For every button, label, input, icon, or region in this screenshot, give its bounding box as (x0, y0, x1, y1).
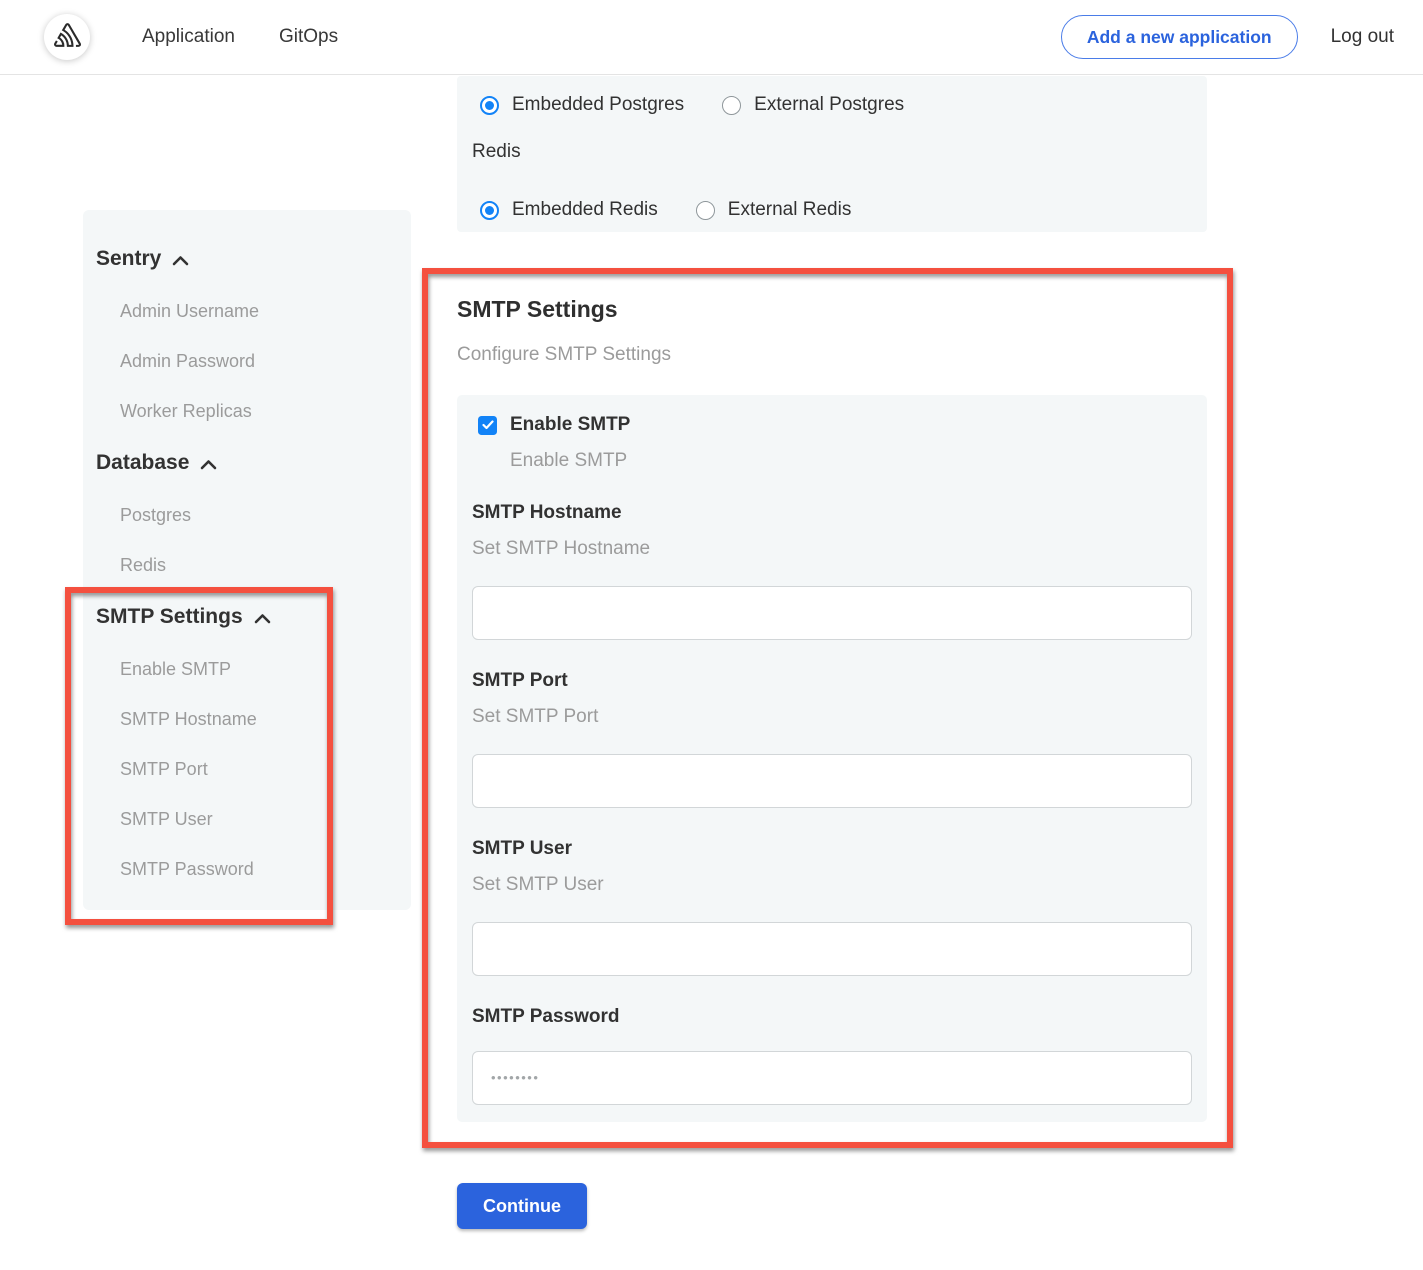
smtp-hostname-input[interactable] (472, 586, 1192, 640)
config-sidebar: Sentry Admin Username Admin Password Wor… (83, 210, 411, 910)
smtp-port-input[interactable] (472, 754, 1192, 808)
sidebar-group-label: Database (96, 451, 189, 475)
radio-label: External Postgres (754, 94, 904, 116)
smtp-password-label: SMTP Password (472, 1006, 1192, 1028)
sidebar-group-label: SMTP Settings (96, 605, 243, 629)
redis-radio-group: Embedded Redis External Redis (480, 198, 1207, 222)
smtp-user-label: SMTP User (472, 838, 1192, 860)
sidebar-item-smtp-port[interactable]: SMTP Port (83, 744, 411, 794)
smtp-port-help-text: Set SMTP Port (472, 706, 1192, 728)
enable-smtp-help-text: Enable SMTP (510, 450, 1192, 472)
sidebar-group-sentry[interactable]: Sentry (83, 232, 411, 286)
radio-button-icon[interactable] (696, 201, 715, 220)
checkbox-checked-icon[interactable] (478, 416, 497, 435)
sidebar-item-redis[interactable]: Redis (83, 540, 411, 590)
add-new-application-button[interactable]: Add a new application (1061, 15, 1298, 59)
sidebar-group-database[interactable]: Database (83, 436, 411, 490)
database-config-panel: Embedded Postgres External Postgres Redi… (457, 76, 1207, 232)
radio-external-postgres[interactable]: External Postgres (722, 94, 904, 116)
enable-smtp-label: Enable SMTP (510, 414, 630, 436)
radio-embedded-redis[interactable]: Embedded Redis (480, 199, 658, 221)
chevron-up-icon (172, 248, 189, 272)
enable-smtp-checkbox-row[interactable]: Enable SMTP (478, 413, 1192, 437)
radio-button-icon[interactable] (480, 96, 499, 115)
radio-external-redis[interactable]: External Redis (696, 199, 852, 221)
chevron-up-icon (200, 452, 217, 476)
radio-button-icon[interactable] (722, 96, 741, 115)
radio-embedded-postgres[interactable]: Embedded Postgres (480, 94, 684, 116)
chevron-up-icon (254, 606, 271, 630)
sidebar-item-enable-smtp[interactable]: Enable SMTP (83, 644, 411, 694)
smtp-user-help-text: Set SMTP User (472, 874, 1192, 896)
smtp-password-input[interactable] (472, 1051, 1192, 1105)
smtp-user-input[interactable] (472, 922, 1192, 976)
smtp-port-label: SMTP Port (472, 670, 1192, 692)
sidebar-item-smtp-password[interactable]: SMTP Password (83, 844, 411, 894)
logout-link[interactable]: Log out (1331, 26, 1394, 48)
sidebar-item-postgres[interactable]: Postgres (83, 490, 411, 540)
navbar: Application GitOps Add a new application… (0, 0, 1423, 75)
sidebar-item-worker-replicas[interactable]: Worker Replicas (83, 386, 411, 436)
smtp-hostname-field-group: SMTP Hostname Set SMTP Hostname (472, 502, 1192, 640)
sidebar-item-smtp-hostname[interactable]: SMTP Hostname (83, 694, 411, 744)
nav-link-gitops[interactable]: GitOps (279, 26, 338, 48)
sidebar-item-admin-password[interactable]: Admin Password (83, 336, 411, 386)
sentry-logo-icon (54, 23, 81, 52)
smtp-section-title: SMTP Settings (457, 296, 618, 323)
radio-label: Embedded Postgres (512, 94, 684, 116)
sidebar-item-smtp-user[interactable]: SMTP User (83, 794, 411, 844)
continue-button[interactable]: Continue (457, 1183, 587, 1229)
checkmark-icon (482, 420, 494, 430)
smtp-user-field-group: SMTP User Set SMTP User (472, 838, 1192, 976)
smtp-hostname-label: SMTP Hostname (472, 502, 1192, 524)
sidebar-item-admin-username[interactable]: Admin Username (83, 286, 411, 336)
smtp-hostname-help-text: Set SMTP Hostname (472, 538, 1192, 560)
sidebar-group-label: Sentry (96, 247, 161, 271)
smtp-section-subtitle: Configure SMTP Settings (457, 344, 671, 366)
redis-section-heading: Redis (472, 141, 1207, 163)
smtp-port-field-group: SMTP Port Set SMTP Port (472, 670, 1192, 808)
radio-button-icon[interactable] (480, 201, 499, 220)
radio-label: Embedded Redis (512, 199, 658, 221)
smtp-form-panel: Enable SMTP Enable SMTP SMTP Hostname Se… (457, 395, 1207, 1122)
postgres-radio-group: Embedded Postgres External Postgres (480, 93, 1207, 117)
radio-label: External Redis (728, 199, 852, 221)
nav-link-application[interactable]: Application (142, 26, 235, 48)
app-logo[interactable] (44, 14, 90, 60)
config-page: Application GitOps Add a new application… (0, 0, 1423, 1270)
smtp-password-field-group: SMTP Password (472, 1006, 1192, 1105)
sidebar-group-smtp-settings[interactable]: SMTP Settings (83, 590, 411, 644)
